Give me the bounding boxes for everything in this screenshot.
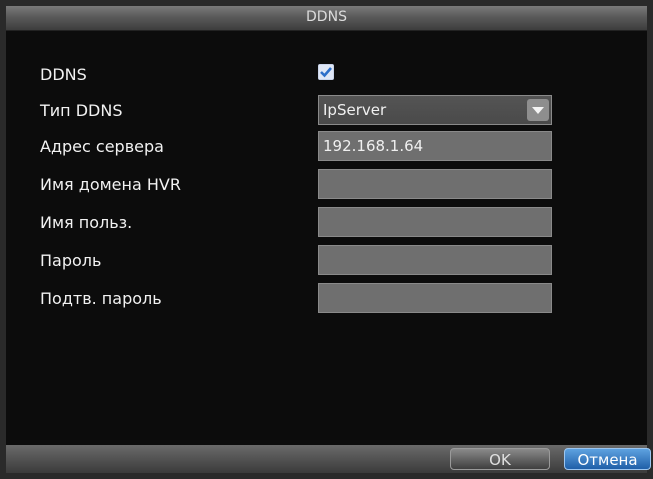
ddns-type-row: Тип DDNS IpServer: [6, 95, 647, 125]
ddns-checkbox[interactable]: [318, 64, 334, 80]
hvr-domain-row: Имя домена HVR: [6, 169, 647, 199]
title-bar: DDNS: [6, 6, 647, 31]
username-label: Имя польз.: [40, 213, 133, 232]
confirm-password-field[interactable]: [318, 283, 552, 313]
confirm-password-label: Подтв. пароль: [40, 289, 162, 308]
confirm-password-row: Подтв. пароль: [6, 283, 647, 313]
ddns-dialog: DDNS DDNS Тип DDNS IpServer Адрес сервер…: [0, 0, 653, 479]
server-address-row: Адрес сервера 192.168.1.64: [6, 131, 647, 161]
dialog-title: DDNS: [306, 9, 347, 25]
chevron-down-icon[interactable]: [527, 99, 549, 121]
username-field[interactable]: [318, 207, 552, 237]
ddns-type-value: IpServer: [323, 101, 387, 119]
ddns-type-select[interactable]: IpServer: [318, 95, 552, 125]
server-address-field[interactable]: 192.168.1.64: [318, 131, 552, 161]
server-address-value: 192.168.1.64: [323, 137, 424, 155]
server-address-label: Адрес сервера: [40, 137, 164, 156]
ok-button[interactable]: OK: [450, 448, 550, 470]
ddns-type-label: Тип DDNS: [40, 101, 123, 120]
ddns-label: DDNS: [40, 65, 87, 84]
hvr-domain-label: Имя домена HVR: [40, 175, 181, 194]
password-label: Пароль: [40, 251, 102, 270]
password-field[interactable]: [318, 245, 552, 275]
button-bar: OK Отмена: [6, 445, 651, 473]
username-row: Имя польз.: [6, 207, 647, 237]
ddns-row: DDNS: [6, 59, 647, 89]
cancel-button[interactable]: Отмена: [564, 448, 651, 470]
hvr-domain-field[interactable]: [318, 169, 552, 199]
password-row: Пароль: [6, 245, 647, 275]
checkmark-icon: [319, 65, 333, 79]
